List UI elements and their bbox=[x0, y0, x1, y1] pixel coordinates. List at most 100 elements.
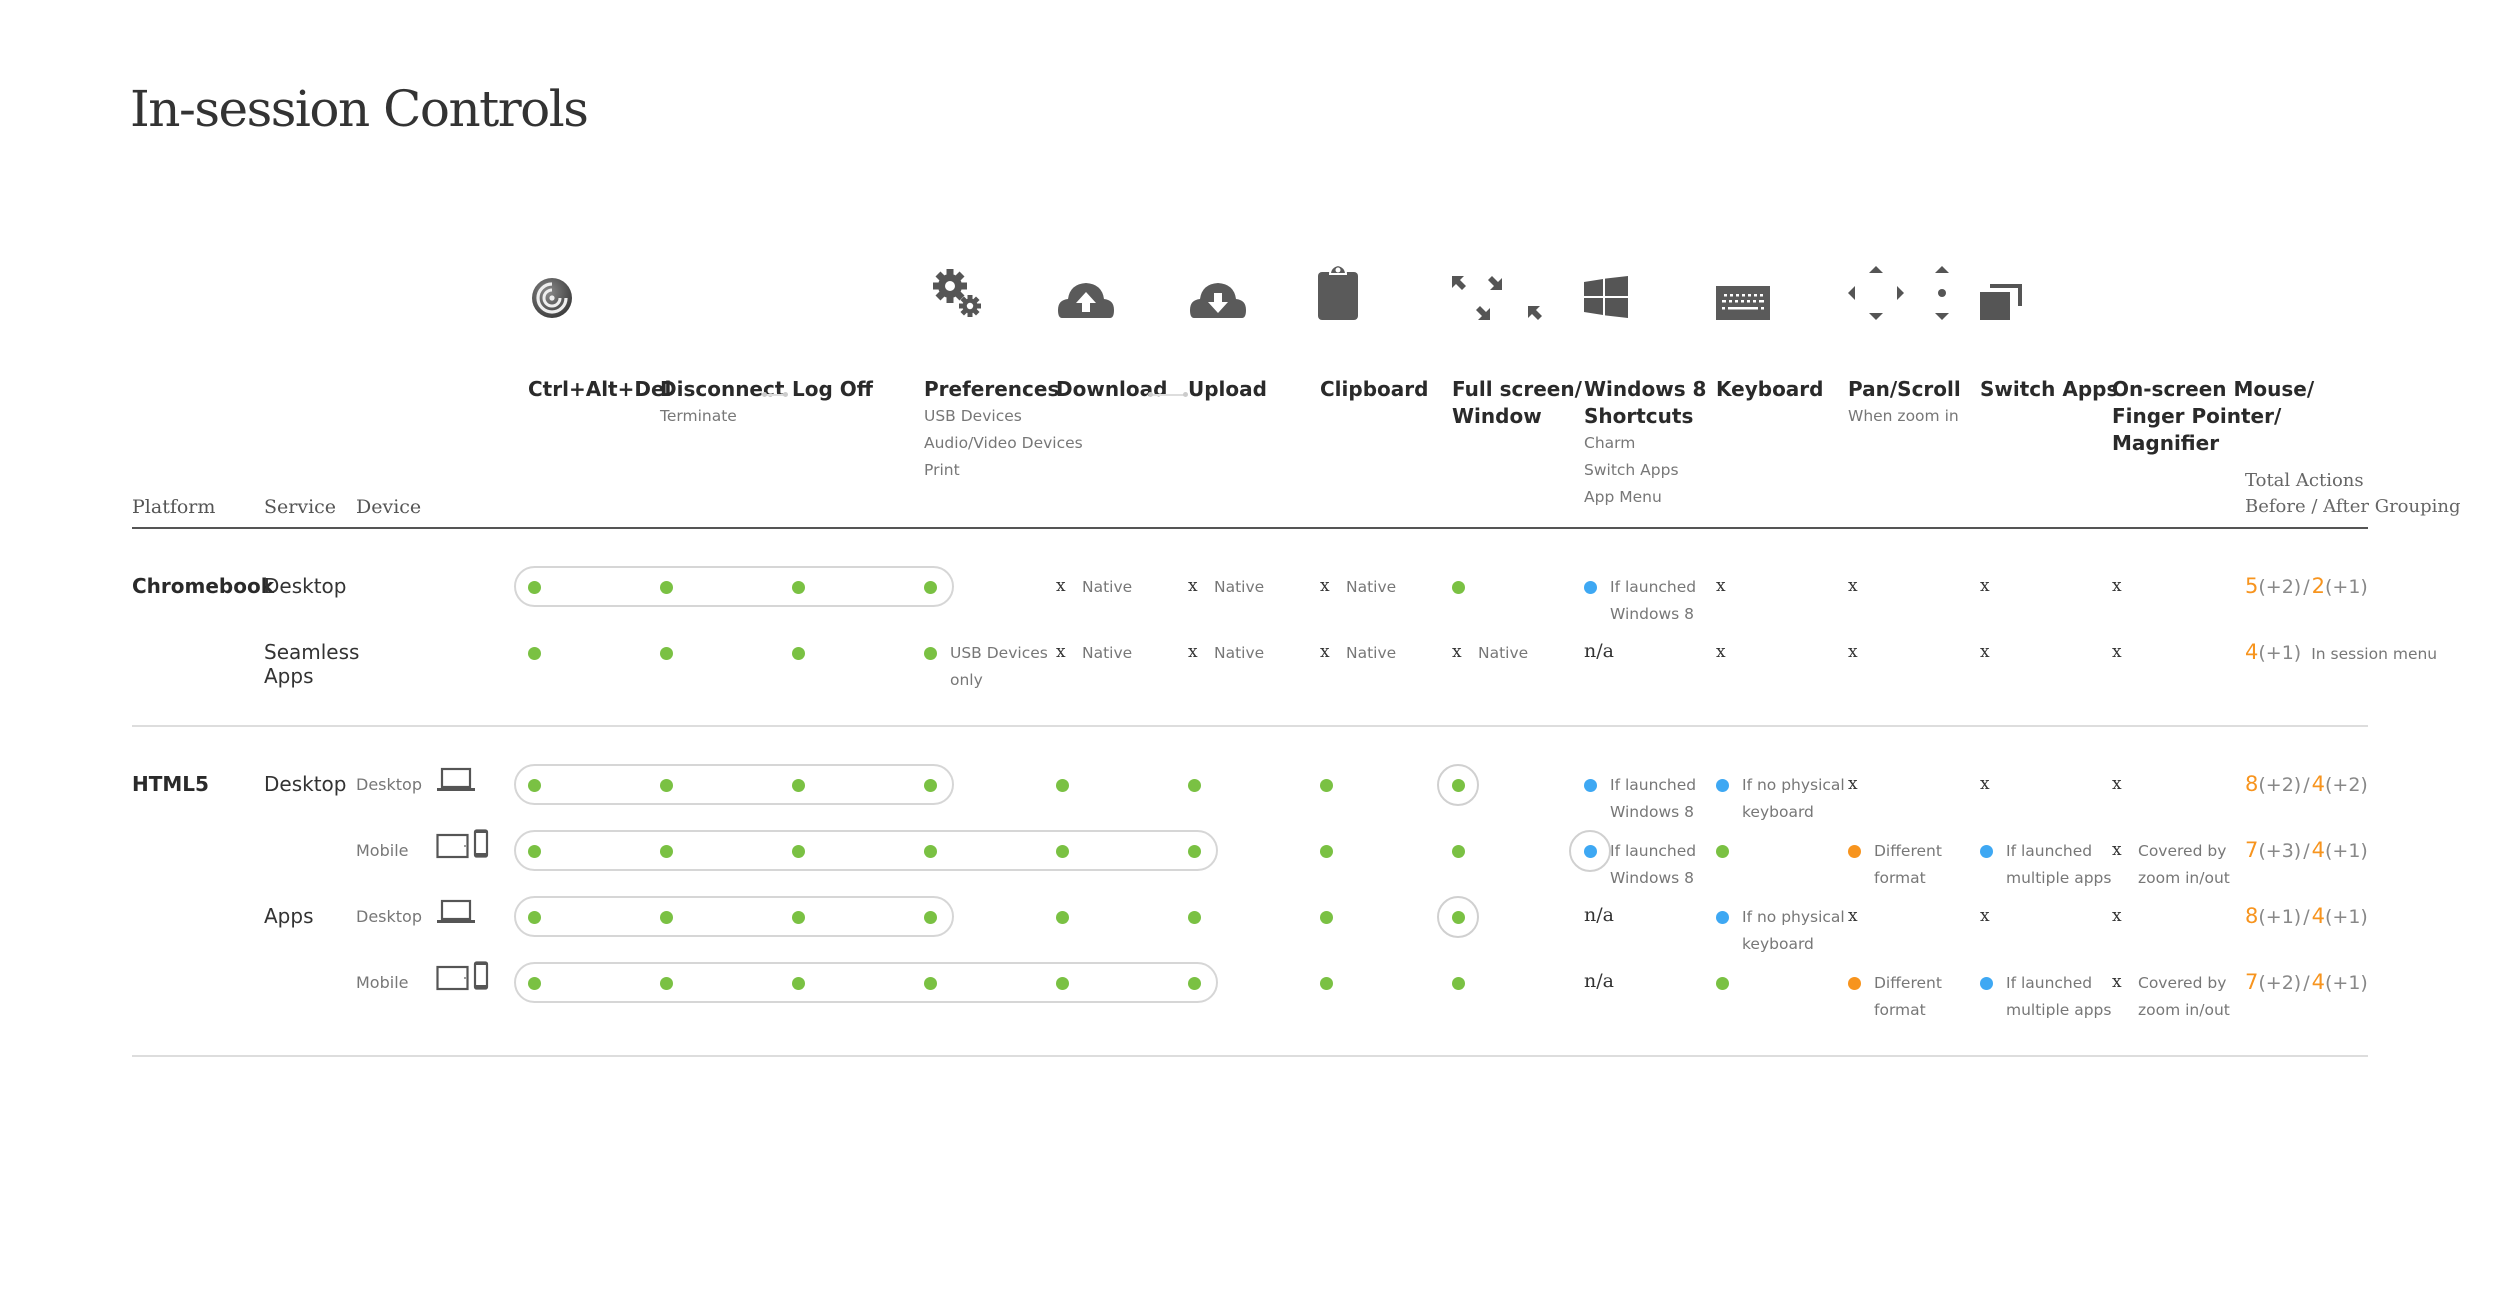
cell-note: If launched Windows 8 bbox=[1610, 838, 1696, 892]
status-dot-green-ctrl-alt-del bbox=[527, 910, 541, 924]
cell-note-line: zoom in/out bbox=[2138, 1001, 2230, 1019]
status-dot-green-upload bbox=[1187, 778, 1201, 792]
column-header-sublabel: Charm bbox=[1584, 434, 1636, 452]
total-after-extra: (+2) bbox=[2325, 774, 2368, 796]
fullscreen-arrows-icon bbox=[1452, 276, 1542, 320]
cell-note: USB Devices only bbox=[950, 640, 1048, 694]
status-dot-green-disconnect bbox=[659, 844, 673, 858]
cell-note-line: Native bbox=[1082, 644, 1133, 662]
column-header-sublabel: When zoom in bbox=[1848, 407, 1959, 425]
status-dot-green-full-screen bbox=[1451, 778, 1465, 792]
status-dot-green-keyboard bbox=[1715, 844, 1729, 858]
platform-label: HTML5 bbox=[132, 772, 209, 796]
column-header-label: Shortcuts bbox=[1584, 404, 1694, 428]
column-header-label: Pan/Scroll bbox=[1848, 377, 1961, 401]
cell-note: Native bbox=[1082, 640, 1132, 667]
column-header-sublabel: USB Devices bbox=[924, 407, 1022, 425]
status-dot-green-keyboard bbox=[1715, 976, 1729, 990]
status-dot-green-full-screen bbox=[1451, 910, 1465, 924]
cell-note-line: Native bbox=[1082, 578, 1133, 596]
cell-note-line: Covered by bbox=[2138, 842, 2227, 860]
unsupported-x-clipboard: x bbox=[1320, 576, 1330, 596]
cell-note-line: only bbox=[950, 671, 983, 689]
column-header-label: Windows 8 bbox=[1584, 377, 1707, 401]
column-header-log-off: Log Off bbox=[792, 376, 873, 403]
status-dot-green-log-off bbox=[791, 580, 805, 594]
grouped-actions-pill bbox=[514, 896, 954, 937]
cell-note-line: Native bbox=[1346, 578, 1397, 596]
keyboard-icon bbox=[1716, 286, 1770, 320]
column-header-label: Download bbox=[1056, 377, 1168, 401]
status-dot-green-clipboard bbox=[1319, 778, 1333, 792]
total-actions: 8(+2)/4(+2) bbox=[2245, 772, 2368, 796]
column-header-pan-scroll: Pan/Scroll When zoom in bbox=[1848, 376, 1961, 430]
status-dot-green-full-screen bbox=[1451, 844, 1465, 858]
column-header-label: Magnifier bbox=[2112, 431, 2220, 455]
unsupported-x-onscreen-mouse: x bbox=[2112, 642, 2122, 662]
unsupported-x-keyboard: x bbox=[1716, 642, 1726, 662]
column-header-sublabel: App Menu bbox=[1584, 488, 1662, 506]
total-after-extra: (+1) bbox=[2325, 840, 2368, 862]
clipboard-icon bbox=[1318, 264, 1358, 320]
total-before-extra: (+1) bbox=[2258, 906, 2302, 928]
grouped-actions-pill bbox=[514, 566, 954, 607]
download-upload-connector bbox=[1148, 392, 1188, 397]
unsupported-x-download: x bbox=[1056, 642, 1066, 662]
total-separator: / bbox=[2303, 774, 2310, 796]
status-dot-green-preferences bbox=[923, 910, 937, 924]
windows-logo-icon bbox=[1584, 276, 1628, 318]
status-dot-green-disconnect bbox=[659, 976, 673, 990]
status-dot-green-log-off bbox=[791, 778, 805, 792]
total-actions-header: Total Actions Before / After Grouping bbox=[2245, 468, 2461, 520]
status-dot-blue-win8-shortcuts bbox=[1583, 844, 1597, 858]
column-header-download: Download bbox=[1056, 376, 1167, 403]
unsupported-x-switch-apps: x bbox=[1980, 576, 1990, 596]
total-after-extra: (+1) bbox=[2325, 576, 2368, 598]
grouped-actions-pill bbox=[514, 962, 1218, 1003]
column-header-win8-shortcuts: Windows 8 Shortcuts Charm Switch Apps App Me… bbox=[1584, 376, 1706, 511]
cell-note: Covered by zoom in/out bbox=[2138, 838, 2230, 892]
pan-scroll-arrows-icon bbox=[1848, 266, 1949, 320]
status-dot-green-download bbox=[1055, 778, 1069, 792]
total-after: 4 bbox=[2311, 904, 2325, 928]
cell-note-line: keyboard bbox=[1742, 935, 1814, 953]
unsupported-x-onscreen-mouse: x bbox=[2112, 972, 2122, 992]
total-before: 8 bbox=[2245, 772, 2259, 796]
cell-note-line: Native bbox=[1214, 578, 1265, 596]
cell-note-line: If launched bbox=[1610, 578, 1697, 596]
cell-note: Different format bbox=[1874, 970, 1942, 1024]
cell-note-line: keyboard bbox=[1742, 803, 1814, 821]
column-header-full-screen: Full screen/Window bbox=[1452, 376, 1582, 430]
column-header-label: Disconnect bbox=[660, 377, 785, 401]
column-header-sublabel: Terminate bbox=[660, 407, 737, 425]
status-dot-green-disconnect bbox=[659, 778, 673, 792]
laptop-icon bbox=[437, 899, 475, 923]
cell-note-line: Native bbox=[1346, 644, 1397, 662]
unsupported-x-full-screen: x bbox=[1452, 642, 1462, 662]
cell-note-line: format bbox=[1874, 1001, 1926, 1019]
gears-icon bbox=[933, 269, 981, 317]
status-dot-green-clipboard bbox=[1319, 910, 1333, 924]
status-dot-green-upload bbox=[1187, 910, 1201, 924]
status-dot-green-ctrl-alt-del bbox=[527, 844, 541, 858]
device-label: Mobile bbox=[356, 841, 409, 860]
total-before: 7 bbox=[2245, 838, 2259, 862]
column-header-upload: Upload bbox=[1188, 376, 1267, 403]
column-header-sublabel: Audio/Video Devices bbox=[924, 434, 1083, 452]
citrix-receiver-icon bbox=[532, 278, 572, 318]
status-dot-green-download bbox=[1055, 910, 1069, 924]
column-header-sublabel: Switch Apps bbox=[1584, 461, 1679, 479]
cell-note-line: If no physical bbox=[1742, 908, 1845, 926]
unsupported-x-switch-apps: x bbox=[1980, 906, 1990, 926]
total-separator: / bbox=[2303, 906, 2310, 928]
cell-note: If no physical keyboard bbox=[1742, 904, 1845, 958]
cell-note-line: multiple apps bbox=[2006, 1001, 2112, 1019]
cell-note: Native bbox=[1214, 640, 1264, 667]
unsupported-x-pan-scroll: x bbox=[1848, 642, 1858, 662]
total-actions: 8(+1)/4(+1) bbox=[2245, 904, 2368, 928]
cell-note-line: Different bbox=[1874, 842, 1942, 860]
total-before: 5 bbox=[2245, 574, 2259, 598]
column-header-label: On-screen Mouse/ bbox=[2112, 377, 2315, 401]
cell-note-line: If no physical bbox=[1742, 776, 1845, 794]
service-label: Seamless Apps bbox=[264, 640, 360, 688]
